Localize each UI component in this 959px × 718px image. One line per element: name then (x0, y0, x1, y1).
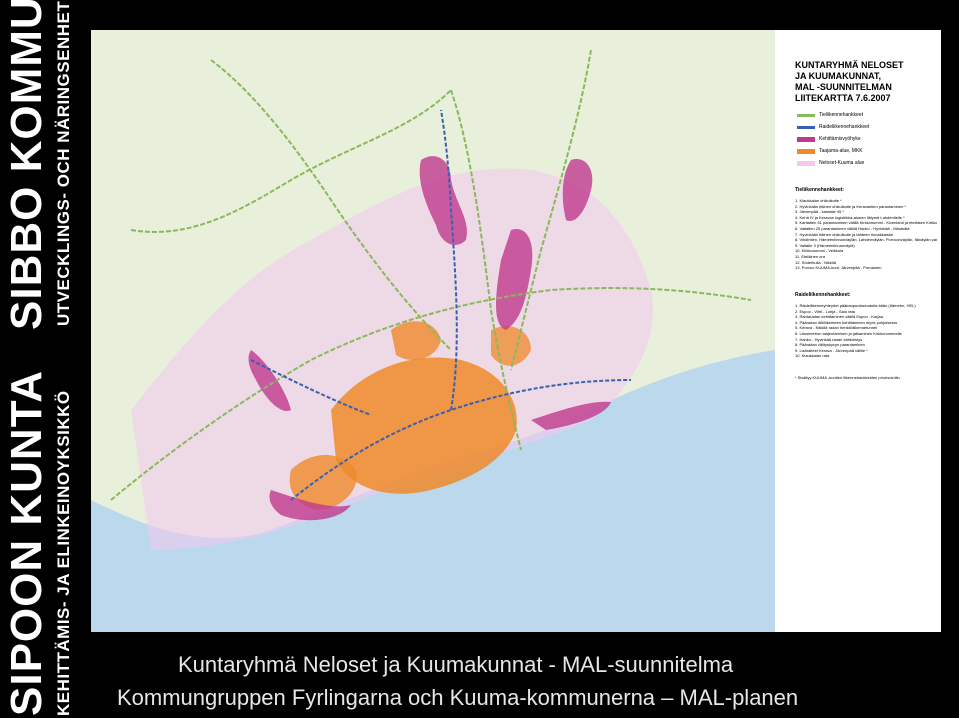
legend-key-label: Neloset-Kuuma alue (819, 160, 865, 166)
footer-title-finnish: Kuntaryhmä Neloset ja Kuumakunnat - MAL-… (178, 652, 734, 677)
rail-projects-heading: Raideliikennehankkeet: (795, 292, 851, 298)
map-legend: KUNTARYHMÄ NELOSET JA KUUMAKUNNAT, MAL -… (775, 30, 941, 632)
development-swatch (797, 136, 815, 142)
legend-key-label: Taajama-alue, MKK (819, 148, 863, 154)
urban-swatch (797, 148, 815, 154)
legend-key-road: Tieliikennehankkeet (797, 112, 863, 118)
list-item: 1. Raideliikenneyhteydet pääkaupunkiseud… (795, 303, 916, 308)
rail-swatch (797, 125, 815, 129)
legend-key-label: Tieliikennehankkeet (819, 112, 864, 118)
rail-projects-list: 1. Raideliikenneyhteydet pääkaupunkiseud… (795, 303, 937, 359)
region-map (91, 30, 775, 632)
legend-key-label: Raideliikennehankkeet (819, 124, 870, 130)
list-item: 13. Porvoo KUUMA-kunt. Järvenpää - Porna… (795, 265, 882, 271)
legend-key-area: Neloset-Kuuma alue (797, 160, 864, 166)
sipoon-kunta-title: SIPOON KUNTA (2, 369, 51, 716)
road-projects-heading: Tieliikennehankkeet: (795, 187, 845, 193)
list-item: 8. Vihdintien, Hämeenlinnanväylän, Lahde… (795, 237, 937, 243)
legend-note: * Sisältyy KUUMA -kuntien liikennehankke… (795, 375, 937, 381)
map-graphic (91, 30, 775, 632)
legend-key-rail: Raideliikennehankkeet (797, 124, 869, 130)
legend-title: KUNTARYHMÄ NELOSET JA KUUMAKUNNAT, MAL -… (795, 60, 904, 103)
list-item: 10. Klaukkalan rata (795, 353, 830, 359)
road-swatch (797, 113, 815, 117)
area-swatch (797, 160, 815, 166)
kehittamis-subtitle: KEHITTÄMIS- JA ELINKEINOYKSIKKÖ (54, 390, 73, 716)
road-projects-list: 1. Klaukkalan ohikulkutie * 2. Hyvinkään… (795, 198, 937, 271)
legend-key-development: Kehittämisvyöhyke (797, 136, 861, 142)
legend-key-urban: Taajama-alue, MKK (797, 148, 863, 154)
utveckling-subtitle: UTVECKLINGS- OCH NÄRINGSENHETEN (54, 0, 73, 326)
sibbo-kommun-title: SIBBO KOMMUN (2, 0, 51, 330)
sidebar-banner: SIBBO KOMMUN UTVECKLINGS- OCH NÄRINGSENH… (0, 0, 78, 718)
legend-key-label: Kehittämisvyöhyke (819, 136, 861, 142)
note-text: * Sisältyy KUUMA -kuntien liikennehankke… (795, 375, 900, 380)
footer-title-swedish: Kommungruppen Fyrlingarna och Kuuma-komm… (117, 685, 799, 710)
